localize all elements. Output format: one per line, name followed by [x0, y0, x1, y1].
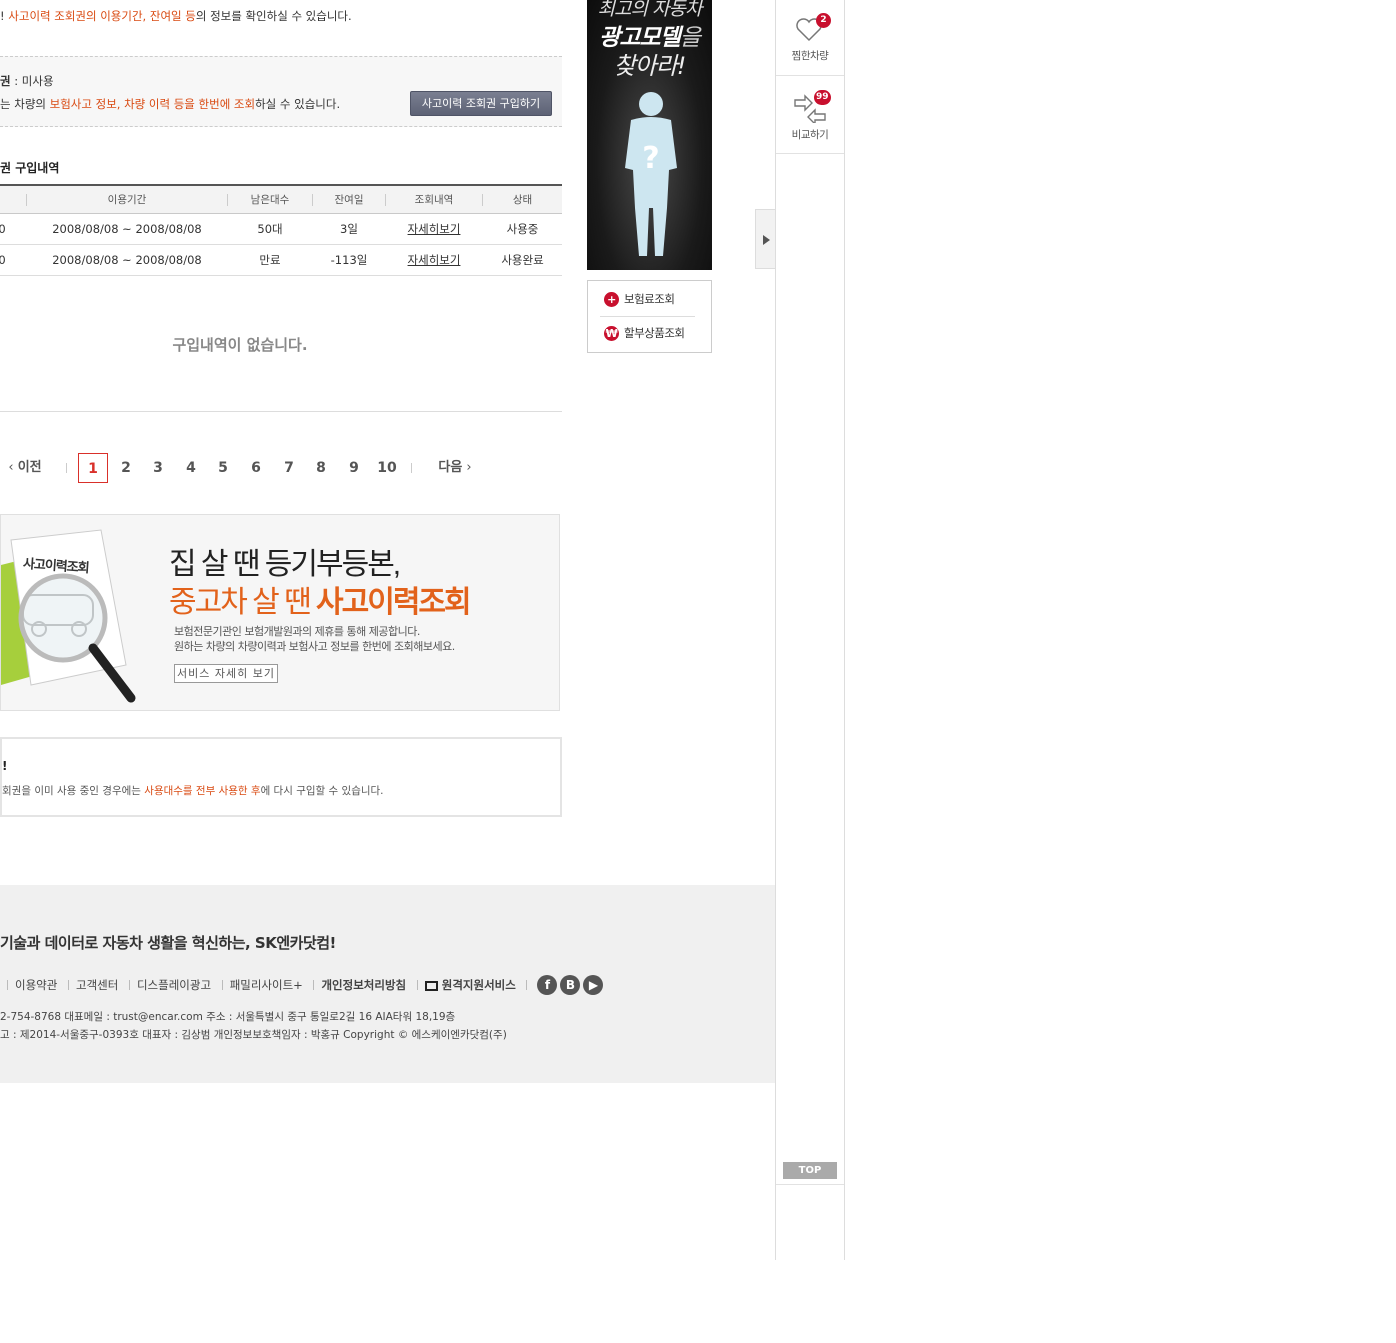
table-header: 이용기간 남은대수 잔여일 조회내역 상태 [0, 184, 562, 214]
next-page-button[interactable]: 다음 › [430, 453, 480, 483]
footer-link-display-ad[interactable]: 디스플레이광고 [137, 977, 211, 993]
status-badge: 사용중 [506, 222, 539, 236]
banner-desc-2: 원하는 차량의 차량이력과 보험사고 정보를 한번에 조회해보세요. [174, 640, 455, 653]
pagination: ‹ 이전 1 2 3 4 5 6 7 8 9 10 다음 › [0, 453, 560, 483]
compare-button[interactable]: 99 비교하기 [776, 77, 844, 154]
page-3[interactable]: 3 [143, 453, 173, 483]
divider [0, 411, 562, 412]
service-detail-button[interactable]: 서비스 자세히 보기 [174, 664, 278, 683]
blog-icon[interactable]: B [560, 975, 581, 995]
banner-headline-2: 중고차 살 땐 사고이력조회 [169, 586, 472, 619]
ticket-description: 는 차량의 보험사고 정보, 차량 이력 등을 한번에 조회하실 수 있습니다. [0, 97, 341, 111]
prev-page-button[interactable]: ‹ 이전 [2, 453, 48, 483]
footer-links: 이용약관 고객센터 디스플레이광고 패밀리사이트+ 개인정보처리방침 원격지원서… [0, 975, 604, 995]
footer-link-privacy[interactable]: 개인정보처리방침 [321, 977, 406, 993]
footer-slogan: 기술과 데이터로 자동차 생활을 혁신하는, SK엔카닷컴! [0, 934, 336, 952]
ad-banner[interactable]: 최고의 자동차 광고모델을 찾아라! ? [587, 0, 712, 270]
youtube-icon[interactable]: ▶ [583, 975, 604, 995]
won-icon: ₩ [604, 326, 619, 341]
page-4[interactable]: 4 [176, 453, 206, 483]
notice-text: 회권을 이미 사용 중인 경우에는 사용대수를 전부 사용한 후에 다시 구입할… [2, 785, 384, 797]
svg-text:?: ? [642, 141, 659, 176]
col-days: 잔여일 [334, 194, 364, 206]
col-remaining: 남은대수 [250, 194, 290, 206]
intro-highlight: 사고이력 조회권의 이용기간, 잔여일 등 [8, 9, 196, 23]
ad-line-3: 찾아라! [613, 52, 687, 80]
chevron-right-icon: › [462, 460, 472, 475]
table-row: 0 2008/08/08 ~ 2008/08/08 만료 -113일 자세히보기… [0, 245, 562, 276]
footer-link-terms[interactable]: 이용약관 [15, 977, 57, 993]
insurance-quote-link[interactable]: + 보험료조회 [604, 289, 675, 309]
empty-history-message: 구입내역이 없습니다. [172, 336, 308, 354]
page-7[interactable]: 7 [274, 453, 304, 483]
chevron-left-icon: ‹ [8, 460, 18, 475]
page-5[interactable]: 5 [208, 453, 238, 483]
wishlist-count-badge: 2 [816, 13, 831, 28]
monitor-icon [424, 980, 438, 991]
status-badge: 사용완료 [501, 253, 544, 267]
right-quick-panel: 2 찜한차량 99 비교하기 TOP [775, 0, 845, 1260]
page-8[interactable]: 8 [306, 453, 336, 483]
plus-icon: + [604, 292, 619, 307]
footer-link-support[interactable]: 고객센터 [76, 977, 118, 993]
footer: 기술과 데이터로 자동차 생활을 혁신하는, SK엔카닷컴! 이용약관 고객센터… [0, 885, 775, 1083]
notice-box: ! 회권을 이미 사용 중인 경우에는 사용대수를 전부 사용한 후에 다시 구… [0, 737, 562, 817]
quick-links-box: + 보험료조회 ₩ 할부상품조회 [587, 280, 712, 353]
purchase-history-title: 권 구입내역 [0, 161, 60, 175]
page-2[interactable]: 2 [111, 453, 141, 483]
wishlist-button[interactable]: 2 찜한차량 [776, 0, 844, 76]
accident-history-banner: 사고이력조회 집 살 땐 등기부등본, 중고차 살 땐 사고이력조회 보험전문기… [0, 514, 560, 711]
magnifier-card-illustration [1, 529, 136, 703]
purchase-history-table: 이용기간 남은대수 잔여일 조회내역 상태 0 2008/08/08 ~ 200… [0, 184, 562, 276]
table-row: 0 2008/08/08 ~ 2008/08/08 50대 3일 자세히보기 사… [0, 214, 562, 245]
divider [776, 1184, 844, 1185]
facebook-icon[interactable]: f [537, 975, 558, 995]
detail-link[interactable]: 자세히보기 [408, 253, 461, 267]
banner-desc-1: 보험전문기관인 보험개발원과의 제휴를 통해 제공합니다. [174, 625, 420, 638]
page-6[interactable]: 6 [241, 453, 271, 483]
detail-link[interactable]: 자세히보기 [408, 222, 461, 236]
scroll-top-button[interactable]: TOP [783, 1162, 837, 1179]
footer-link-remote-support[interactable]: 원격지원서비스 [424, 977, 516, 993]
side-panel-toggle[interactable] [755, 209, 776, 269]
col-period: 이용기간 [107, 194, 147, 206]
footer-company-info-1: 2-754-8768 대표메일 : trust@encar.com 주소 : 서… [0, 1011, 456, 1023]
triangle-right-icon [763, 235, 770, 245]
buy-ticket-button[interactable]: 사고이력 조회권 구입하기 [410, 91, 552, 116]
footer-company-info-2: 고 : 제2014-서울중구-0393호 대표자 : 김상범 개인정보보호책임자… [0, 1029, 507, 1041]
ticket-status: 권 : 미사용 [0, 74, 54, 88]
col-detail: 조회내역 [414, 194, 454, 206]
col-status: 상태 [512, 194, 533, 206]
footer-link-family-site[interactable]: 패밀리사이트+ [230, 977, 303, 993]
compare-count-badge: 99 [814, 90, 831, 105]
mystery-model-figure: ? [625, 92, 677, 256]
page-intro-text: ! 사고이력 조회권의 이용기간, 잔여일 등의 정보를 확인하실 수 있습니다… [0, 9, 352, 23]
page-9[interactable]: 9 [339, 453, 369, 483]
page-1[interactable]: 1 [78, 453, 108, 483]
notice-title: ! [2, 759, 8, 773]
installment-quote-link[interactable]: ₩ 할부상품조회 [604, 323, 685, 343]
page-10[interactable]: 10 [372, 453, 402, 483]
